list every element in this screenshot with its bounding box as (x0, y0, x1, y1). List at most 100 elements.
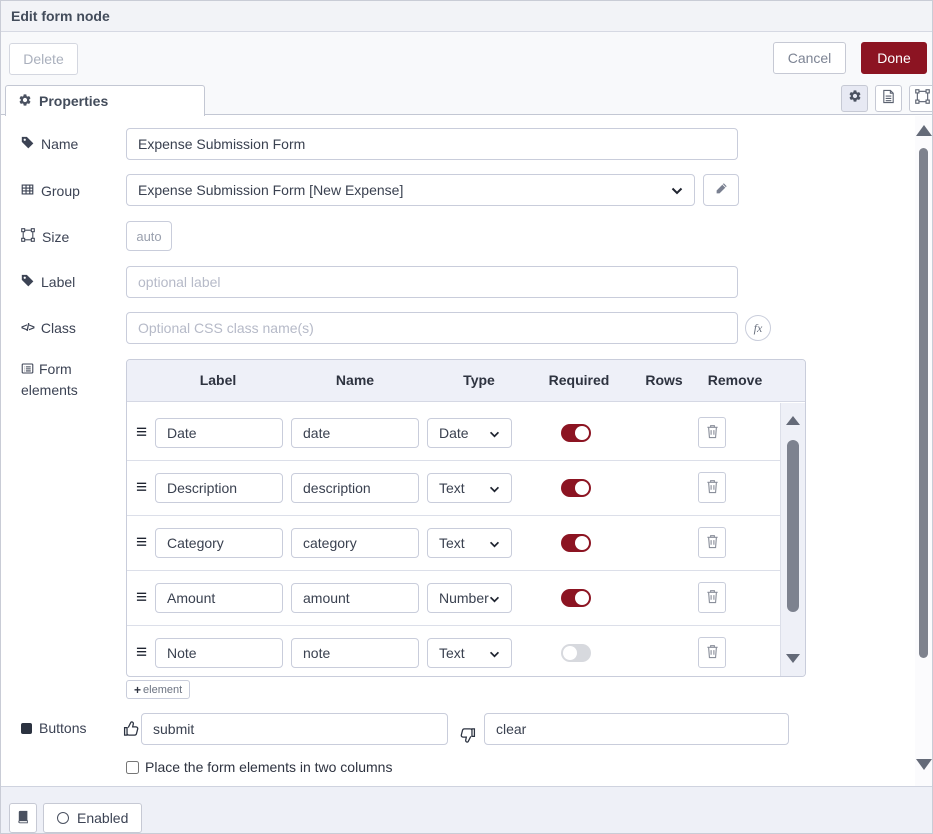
required-toggle[interactable] (561, 424, 591, 442)
table-icon (21, 183, 34, 199)
done-button[interactable]: Done (861, 42, 927, 74)
element-name-input[interactable] (291, 528, 419, 558)
delete-element-button[interactable] (698, 527, 726, 558)
element-name-input[interactable] (291, 473, 419, 503)
element-label-input[interactable] (155, 418, 283, 448)
delete-element-button[interactable] (698, 637, 726, 668)
required-toggle[interactable] (561, 644, 591, 662)
form-elements-label: Form elements (21, 359, 109, 400)
buttons-field-label: Buttons (21, 720, 86, 736)
dialog-footer: Enabled (1, 786, 932, 834)
edit-group-button[interactable] (703, 174, 739, 206)
element-type-select[interactable]: Number (427, 583, 512, 613)
name-input[interactable] (126, 128, 738, 160)
element-name-input[interactable] (291, 638, 419, 668)
delete-element-button[interactable] (698, 472, 726, 503)
size-field-label: Size (21, 228, 69, 245)
submit-button-input[interactable] (141, 713, 448, 745)
column-header-name: Name (336, 372, 374, 388)
element-type-select[interactable]: Date (427, 418, 512, 448)
scroll-down-arrow[interactable] (786, 654, 800, 663)
element-label-input[interactable] (155, 638, 283, 668)
scrollbar-thumb[interactable] (919, 148, 928, 658)
toggle-knob (575, 481, 589, 495)
required-toggle[interactable] (561, 479, 591, 497)
label-input[interactable] (126, 266, 738, 298)
node-help-button[interactable] (9, 803, 37, 833)
enabled-circle-icon (57, 812, 69, 824)
scroll-up-arrow[interactable] (916, 125, 932, 136)
drag-handle-icon[interactable]: ≡ (136, 533, 147, 552)
element-type-value: Text (439, 480, 465, 496)
size-button[interactable]: auto (126, 221, 172, 251)
main-scrollbar[interactable] (915, 116, 932, 786)
delete-button[interactable]: Delete (9, 43, 78, 75)
required-toggle[interactable] (561, 589, 591, 607)
element-label-input[interactable] (155, 583, 283, 613)
two-columns-label: Place the form elements in two columns (145, 759, 392, 775)
column-header-remove: Remove (708, 372, 762, 388)
form-element-row: ≡ Text (127, 626, 781, 676)
class-field-label: </> Class (21, 320, 76, 336)
description-view-button[interactable] (875, 85, 902, 112)
appearance-view-button[interactable] (909, 85, 933, 112)
tab-properties-label: Properties (39, 93, 108, 109)
element-name-input[interactable] (291, 583, 419, 613)
drag-handle-icon[interactable]: ≡ (136, 478, 147, 497)
dialog-title: Edit form node (1, 1, 932, 32)
drag-handle-icon[interactable]: ≡ (136, 643, 147, 662)
element-type-value: Text (439, 535, 465, 551)
toggle-knob (563, 646, 577, 660)
scroll-down-arrow[interactable] (916, 759, 932, 770)
chevron-down-icon (489, 590, 500, 606)
element-type-select[interactable]: Text (427, 638, 512, 668)
fx-icon: fx (754, 321, 763, 336)
group-select[interactable]: Expense Submission Form [New Expense] (126, 174, 695, 206)
element-type-value: Text (439, 645, 465, 661)
two-columns-option: Place the form elements in two columns (126, 759, 392, 775)
element-name-input[interactable] (291, 418, 419, 448)
form-element-row: ≡ Text (127, 461, 781, 516)
delete-element-button[interactable] (698, 417, 726, 448)
edit-form-node-dialog: Edit form node Delete Cancel Done Proper… (0, 0, 933, 834)
label-field-label: Label (21, 274, 75, 290)
trash-icon (706, 424, 719, 442)
required-toggle[interactable] (561, 534, 591, 552)
drag-handle-icon[interactable]: ≡ (136, 588, 147, 607)
form-elements-table-header: Label Name Type Required Rows Remove (127, 360, 805, 402)
element-label-input[interactable] (155, 528, 283, 558)
scrollbar-thumb[interactable] (787, 440, 799, 612)
table-scrollbar[interactable] (780, 403, 805, 676)
add-element-button[interactable]: + element (126, 680, 190, 699)
delete-element-button[interactable] (698, 582, 726, 613)
scroll-up-arrow[interactable] (786, 416, 800, 425)
two-columns-checkbox[interactable] (126, 761, 139, 774)
form-element-row: ≡ Text (127, 516, 781, 571)
square-icon (21, 723, 32, 734)
group-field-label: Group (21, 183, 80, 199)
gear-icon (18, 93, 32, 110)
clear-button-input[interactable] (484, 713, 789, 745)
class-input[interactable] (126, 312, 738, 344)
cancel-button[interactable]: Cancel (773, 42, 846, 74)
tab-properties[interactable]: Properties (5, 85, 205, 116)
name-field-label: Name (21, 136, 78, 152)
enabled-label: Enabled (77, 810, 128, 826)
element-label-input[interactable] (155, 473, 283, 503)
form-element-row: ≡ Number (127, 571, 781, 626)
chevron-down-icon (489, 480, 500, 496)
chevron-down-icon (489, 645, 500, 661)
enabled-toggle-button[interactable]: Enabled (43, 803, 142, 833)
element-type-value: Number (439, 590, 489, 606)
element-type-select[interactable]: Text (427, 473, 512, 503)
element-type-select[interactable]: Text (427, 528, 512, 558)
drag-handle-icon[interactable]: ≡ (136, 423, 147, 442)
object-group-icon (21, 228, 35, 245)
properties-view-button[interactable] (841, 85, 868, 112)
class-expand-button[interactable]: fx (745, 315, 771, 341)
book-icon (16, 810, 30, 827)
pencil-icon (715, 182, 728, 198)
chevron-down-icon (489, 425, 500, 441)
object-group-icon (915, 89, 930, 109)
column-header-required: Required (549, 372, 610, 388)
